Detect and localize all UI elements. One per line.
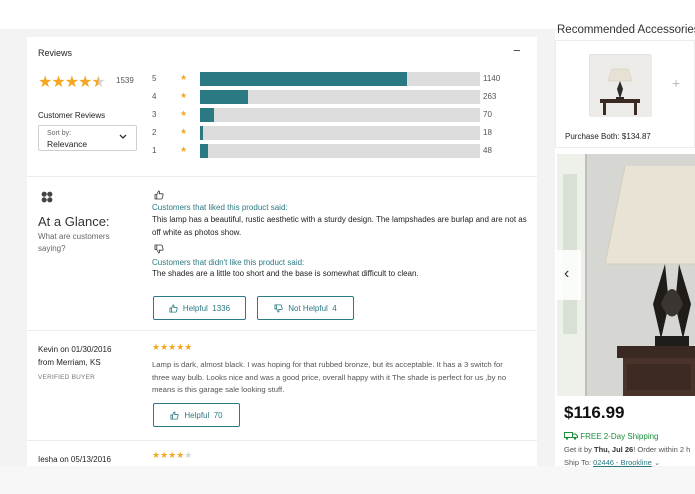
histogram-fill: [200, 126, 203, 140]
histogram-fill: [200, 72, 407, 86]
not-helpful-label: Not Helpful: [288, 303, 328, 313]
star-icon: ★: [180, 73, 188, 82]
average-rating-stars: ★★★★★: [38, 74, 106, 91]
ship-to: Ship To: 02446 - Brookline ⌄: [564, 458, 661, 467]
column-gutter: [537, 30, 555, 466]
ship-to-link[interactable]: 02446 - Brookline: [593, 458, 652, 467]
histogram-track: [200, 72, 480, 86]
histogram-star-number: 4: [152, 92, 157, 101]
histogram-track: [200, 126, 480, 140]
delivery-estimate: Get it by Thu, Jul 26! Order within 2 h: [564, 445, 691, 454]
histogram-fill: [200, 144, 208, 158]
recommended-box: + Purchase Both: $134.87: [555, 40, 695, 148]
helpful-count: 1336: [212, 303, 231, 313]
helpful-count: 70: [213, 410, 223, 420]
histogram-row-2[interactable]: 2 ★ 18: [152, 126, 512, 140]
review-author-date: Iesha on 05/13/2016: [38, 455, 111, 464]
carousel-prev-button[interactable]: ‹: [557, 250, 581, 300]
thumbs-down-icon: [274, 303, 283, 313]
sort-select[interactable]: Sort by: Relevance: [38, 125, 137, 151]
left-gutter: [0, 30, 27, 466]
histogram-count: 263: [483, 92, 497, 101]
review-author-date: Kevin on 01/30/2016: [38, 345, 112, 354]
histogram-track: [200, 108, 480, 122]
histogram-count: 18: [483, 128, 492, 137]
purchase-both: Purchase Both: $134.87: [565, 132, 651, 141]
review-location: from Merriam, KS: [38, 358, 101, 367]
product-price: $116.99: [564, 403, 625, 422]
glance-not-helpful-button[interactable]: Not Helpful 4: [257, 296, 354, 320]
histogram-count: 1140: [483, 74, 501, 83]
review-helpful-button[interactable]: Helpful 70: [153, 403, 240, 427]
recommended-title: Recommended Accessories: [557, 24, 695, 36]
star-icon: ★: [180, 127, 188, 136]
divider: [27, 176, 537, 177]
thumbs-up-icon: [169, 303, 178, 313]
histogram-fill: [200, 108, 214, 122]
histogram-star-number: 5: [152, 74, 157, 83]
disliked-label: Customers that didn't like this product …: [152, 258, 305, 267]
histogram-row-5[interactable]: 5 ★ 1140: [152, 72, 512, 86]
divider: [27, 440, 537, 441]
divider: [27, 330, 537, 331]
histogram-star-number: 1: [152, 146, 157, 155]
liked-label: Customers that liked this product said:: [152, 203, 288, 212]
histogram-row-4[interactable]: 4 ★ 263: [152, 90, 512, 104]
glance-title: At a Glance:: [38, 214, 110, 229]
review-count: 1539: [116, 76, 134, 85]
sort-value: Relevance: [47, 139, 88, 149]
histogram-track: [200, 90, 480, 104]
liked-summary: This lamp has a beautiful, rustic aesthe…: [152, 215, 527, 237]
thumbs-up-icon: [170, 410, 179, 420]
glance-helpful-button[interactable]: Helpful 1336: [153, 296, 246, 320]
histogram-row-3[interactable]: 3 ★ 70: [152, 108, 512, 122]
shipping-text: FREE 2-Day Shipping: [580, 432, 659, 441]
truck-icon: [564, 432, 578, 440]
chevron-down-icon: ⌄: [653, 458, 661, 467]
verified-badge: VERIFIED BUYER: [38, 374, 95, 381]
glance-icon: [41, 191, 53, 203]
review-author: Kevin on 01/30/2016 from Merriam, KS: [38, 343, 111, 369]
review-text: Lamp is dark, almost black. I was hoping…: [152, 360, 507, 394]
glance-subtitle: What are customers saying?: [38, 232, 110, 253]
shipping-line: FREE 2-Day Shipping: [564, 432, 659, 441]
histogram-count: 70: [483, 110, 492, 119]
review-stars: ★★★★★: [152, 450, 193, 460]
star-icon: ★: [180, 109, 188, 118]
histogram-row-1[interactable]: 1 ★ 48: [152, 144, 512, 158]
histogram-star-number: 2: [152, 128, 157, 137]
chevron-left-icon: ‹: [564, 265, 570, 282]
histogram-count: 48: [483, 146, 492, 155]
thumbs-down-icon: [154, 244, 164, 254]
star-icon: ★: [180, 91, 188, 100]
not-helpful-count: 4: [332, 303, 337, 313]
customer-reviews-label: Customer Reviews: [38, 111, 106, 120]
helpful-label: Helpful: [182, 303, 208, 313]
star-icon: ★: [180, 145, 188, 154]
chevron-down-icon: [119, 132, 127, 142]
sort-label: Sort by:: [47, 130, 72, 137]
histogram-track: [200, 144, 480, 158]
bottom-strip: [0, 466, 695, 494]
histogram-fill: [200, 90, 248, 104]
helpful-label: Helpful: [184, 410, 210, 420]
delivery-date: Thu, Jul 26: [594, 445, 634, 454]
lamp-image: [590, 55, 652, 117]
thumbs-up-icon: [154, 190, 164, 200]
reviews-title: Reviews: [38, 48, 73, 58]
review-stars: ★★★★★: [152, 342, 193, 352]
histogram-star-number: 3: [152, 110, 157, 119]
collapse-button[interactable]: −: [513, 43, 521, 58]
accessory-thumbnail[interactable]: [589, 54, 652, 117]
disliked-summary: The shades are a little too short and th…: [152, 269, 419, 278]
plus-icon: +: [672, 75, 681, 91]
reviews-panel: Reviews − ★★★★★ 1539 Customer Reviews So…: [27, 30, 537, 466]
